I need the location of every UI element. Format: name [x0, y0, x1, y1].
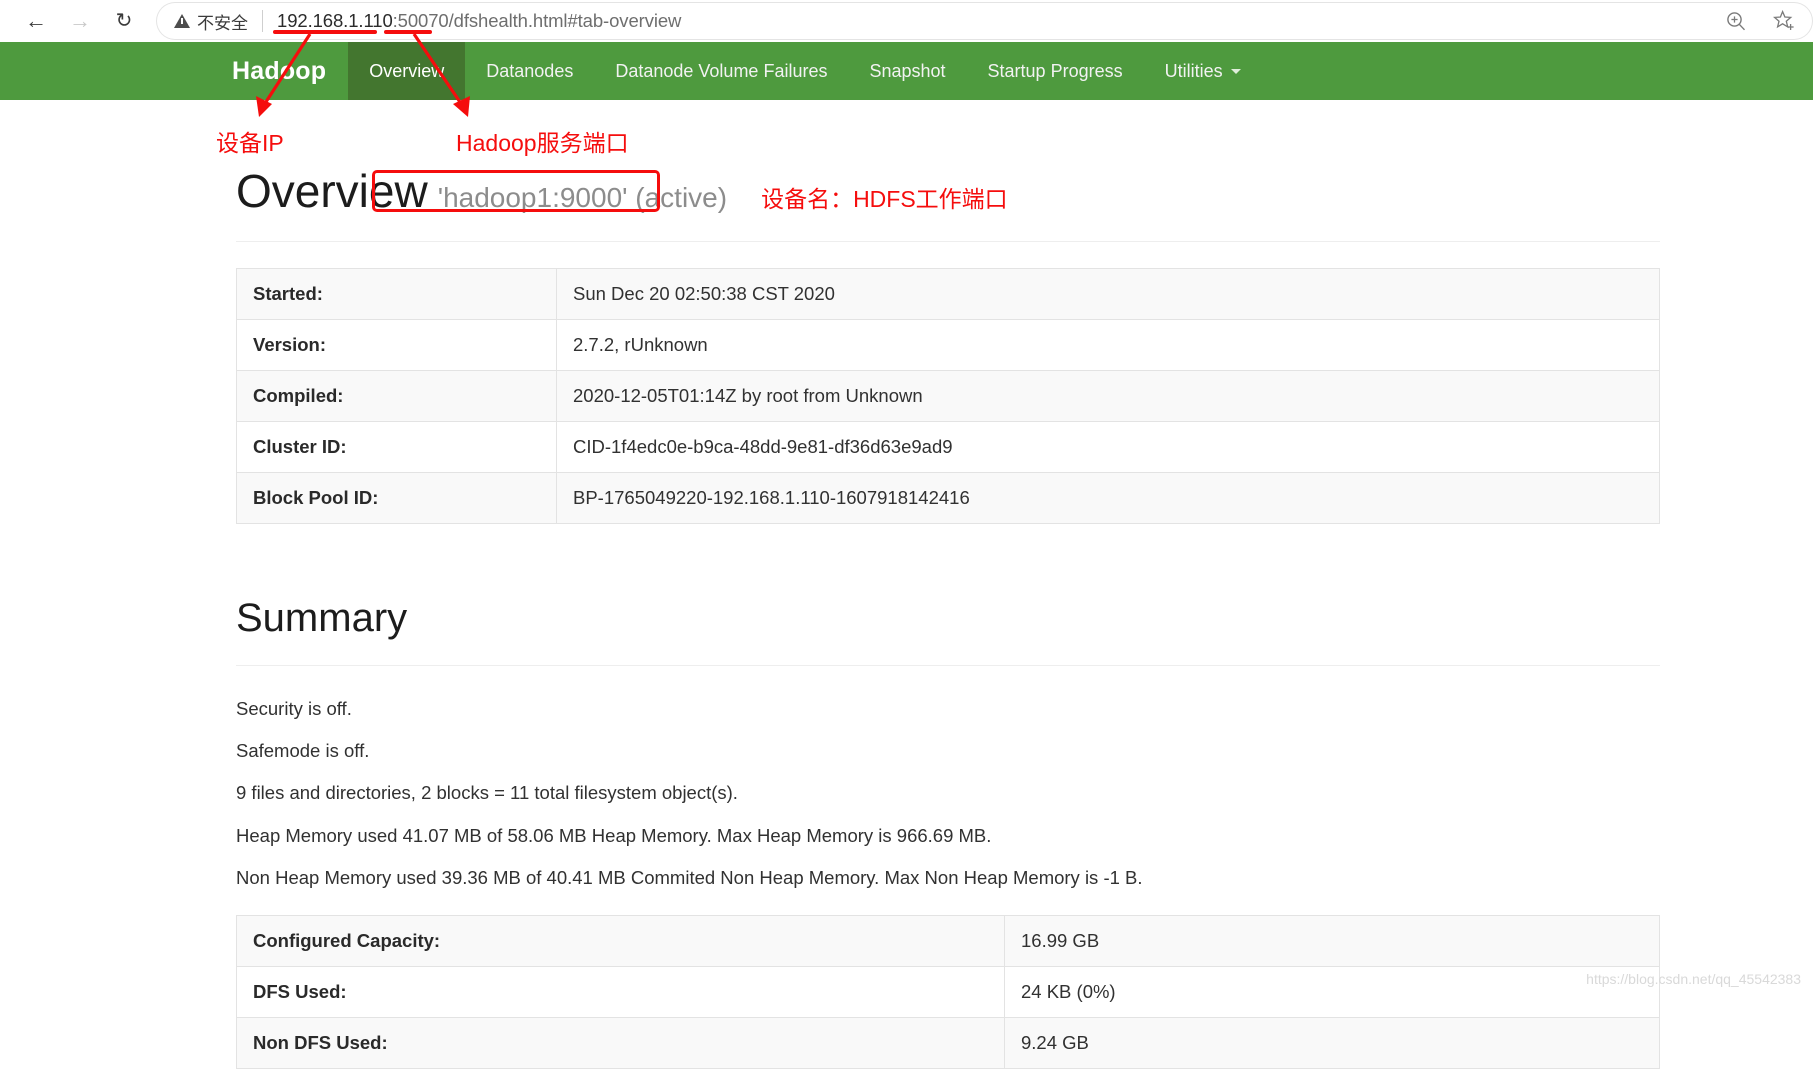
- row-value-non-dfs-used: 9.24 GB: [1005, 1017, 1660, 1068]
- row-value-dfs-used: 24 KB (0%): [1005, 966, 1660, 1017]
- summary-line-files: 9 files and directories, 2 blocks = 11 t…: [236, 782, 1613, 804]
- summary-title: Summary: [236, 598, 1613, 638]
- nav-label-startup-progress: Startup Progress: [988, 61, 1123, 82]
- summary-line-safemode: Safemode is off.: [236, 740, 1613, 762]
- url-port: :50070: [393, 10, 449, 31]
- row-key-block-pool-id: Block Pool ID:: [237, 473, 557, 524]
- chevron-down-icon: [1231, 69, 1241, 74]
- annotation-underline-port: [384, 30, 432, 34]
- browser-toolbar: ← → ↻ 不安全 192.168.1.110:50070/dfshealth.…: [0, 0, 1813, 42]
- nav-item-utilities[interactable]: Utilities: [1144, 42, 1262, 100]
- row-key-version: Version:: [237, 320, 557, 371]
- overview-table: Started: Sun Dec 20 02:50:38 CST 2020 Ve…: [236, 268, 1660, 524]
- table-row: Compiled: 2020-12-05T01:14Z by root from…: [237, 371, 1660, 422]
- table-row: Block Pool ID: BP-1765049220-192.168.1.1…: [237, 473, 1660, 524]
- nav-item-datanode-volume-failures[interactable]: Datanode Volume Failures: [594, 42, 848, 100]
- row-value-configured-capacity: 16.99 GB: [1005, 915, 1660, 966]
- nav-item-startup-progress[interactable]: Startup Progress: [967, 42, 1144, 100]
- table-row: Non DFS Used: 9.24 GB: [237, 1017, 1660, 1068]
- table-row: Cluster ID: CID-1f4edc0e-b9ca-48dd-9e81-…: [237, 422, 1660, 473]
- annotation-box-ha-state: [372, 170, 660, 212]
- page-content: Overview 'hadoop1:9000' (active) 设备名：HDF…: [0, 100, 1813, 1069]
- brand-hadoop[interactable]: Hadoop: [232, 42, 348, 100]
- overview-divider: [236, 241, 1660, 242]
- summary-table: Configured Capacity: 16.99 GB DFS Used: …: [236, 915, 1660, 1069]
- watermark-text: https://blog.csdn.net/qq_45542383: [1586, 971, 1801, 987]
- nav-item-snapshot[interactable]: Snapshot: [848, 42, 966, 100]
- security-label: 不安全: [197, 9, 248, 34]
- row-key-cluster-id: Cluster ID:: [237, 422, 557, 473]
- security-status[interactable]: 不安全: [174, 9, 248, 34]
- row-key-started: Started:: [237, 269, 557, 320]
- hadoop-navbar: Hadoop Overview Datanodes Datanode Volum…: [0, 42, 1813, 100]
- url-host: 192.168.1.110: [277, 10, 393, 31]
- nav-label-utilities: Utilities: [1165, 61, 1223, 82]
- url-text: 192.168.1.110:50070/dfshealth.html#tab-o…: [277, 10, 681, 32]
- table-row: Version: 2.7.2, rUnknown: [237, 320, 1660, 371]
- row-key-compiled: Compiled:: [237, 371, 557, 422]
- row-key-configured-capacity: Configured Capacity:: [237, 915, 1005, 966]
- navbar-inner: Hadoop Overview Datanodes Datanode Volum…: [232, 42, 1262, 100]
- annotation-device-name: 设备名：HDFS工作端口: [761, 188, 1008, 211]
- nav-label-datanode-volume-failures: Datanode Volume Failures: [615, 61, 827, 82]
- summary-line-non-heap: Non Heap Memory used 39.36 MB of 40.41 M…: [236, 867, 1613, 889]
- nav-label-datanodes: Datanodes: [486, 61, 573, 82]
- annotation-underline-ip: [273, 30, 377, 34]
- table-row: Started: Sun Dec 20 02:50:38 CST 2020: [237, 269, 1660, 320]
- row-value-version: 2.7.2, rUnknown: [557, 320, 1660, 371]
- row-value-cluster-id: CID-1f4edc0e-b9ca-48dd-9e81-df36d63e9ad9: [557, 422, 1660, 473]
- table-row: DFS Used: 24 KB (0%): [237, 966, 1660, 1017]
- omnibox-divider: [262, 10, 263, 32]
- star-add-icon[interactable]: [1773, 10, 1797, 32]
- summary-lines: Security is off. Safemode is off. 9 file…: [236, 698, 1613, 889]
- summary-divider: [236, 665, 1660, 666]
- omnibox-actions: [1705, 10, 1797, 32]
- back-icon[interactable]: ←: [14, 0, 58, 42]
- row-key-non-dfs-used: Non DFS Used:: [237, 1017, 1005, 1068]
- url-path: /dfshealth.html#tab-overview: [449, 10, 682, 31]
- row-value-started: Sun Dec 20 02:50:38 CST 2020: [557, 269, 1660, 320]
- table-row: Configured Capacity: 16.99 GB: [237, 915, 1660, 966]
- nav-item-datanodes[interactable]: Datanodes: [465, 42, 594, 100]
- reload-icon[interactable]: ↻: [102, 0, 146, 42]
- forward-icon[interactable]: →: [58, 0, 102, 42]
- zoom-in-icon[interactable]: [1725, 10, 1747, 32]
- address-bar[interactable]: 不安全 192.168.1.110:50070/dfshealth.html#t…: [156, 2, 1813, 40]
- warning-triangle-icon: [174, 14, 190, 28]
- nav-label-snapshot: Snapshot: [869, 61, 945, 82]
- nav-item-overview[interactable]: Overview: [348, 42, 465, 100]
- row-value-compiled: 2020-12-05T01:14Z by root from Unknown: [557, 371, 1660, 422]
- summary-line-security: Security is off.: [236, 698, 1613, 720]
- nav-label-overview: Overview: [369, 61, 444, 82]
- summary-line-heap: Heap Memory used 41.07 MB of 58.06 MB He…: [236, 825, 1613, 847]
- row-key-dfs-used: DFS Used:: [237, 966, 1005, 1017]
- row-value-block-pool-id: BP-1765049220-192.168.1.110-160791814241…: [557, 473, 1660, 524]
